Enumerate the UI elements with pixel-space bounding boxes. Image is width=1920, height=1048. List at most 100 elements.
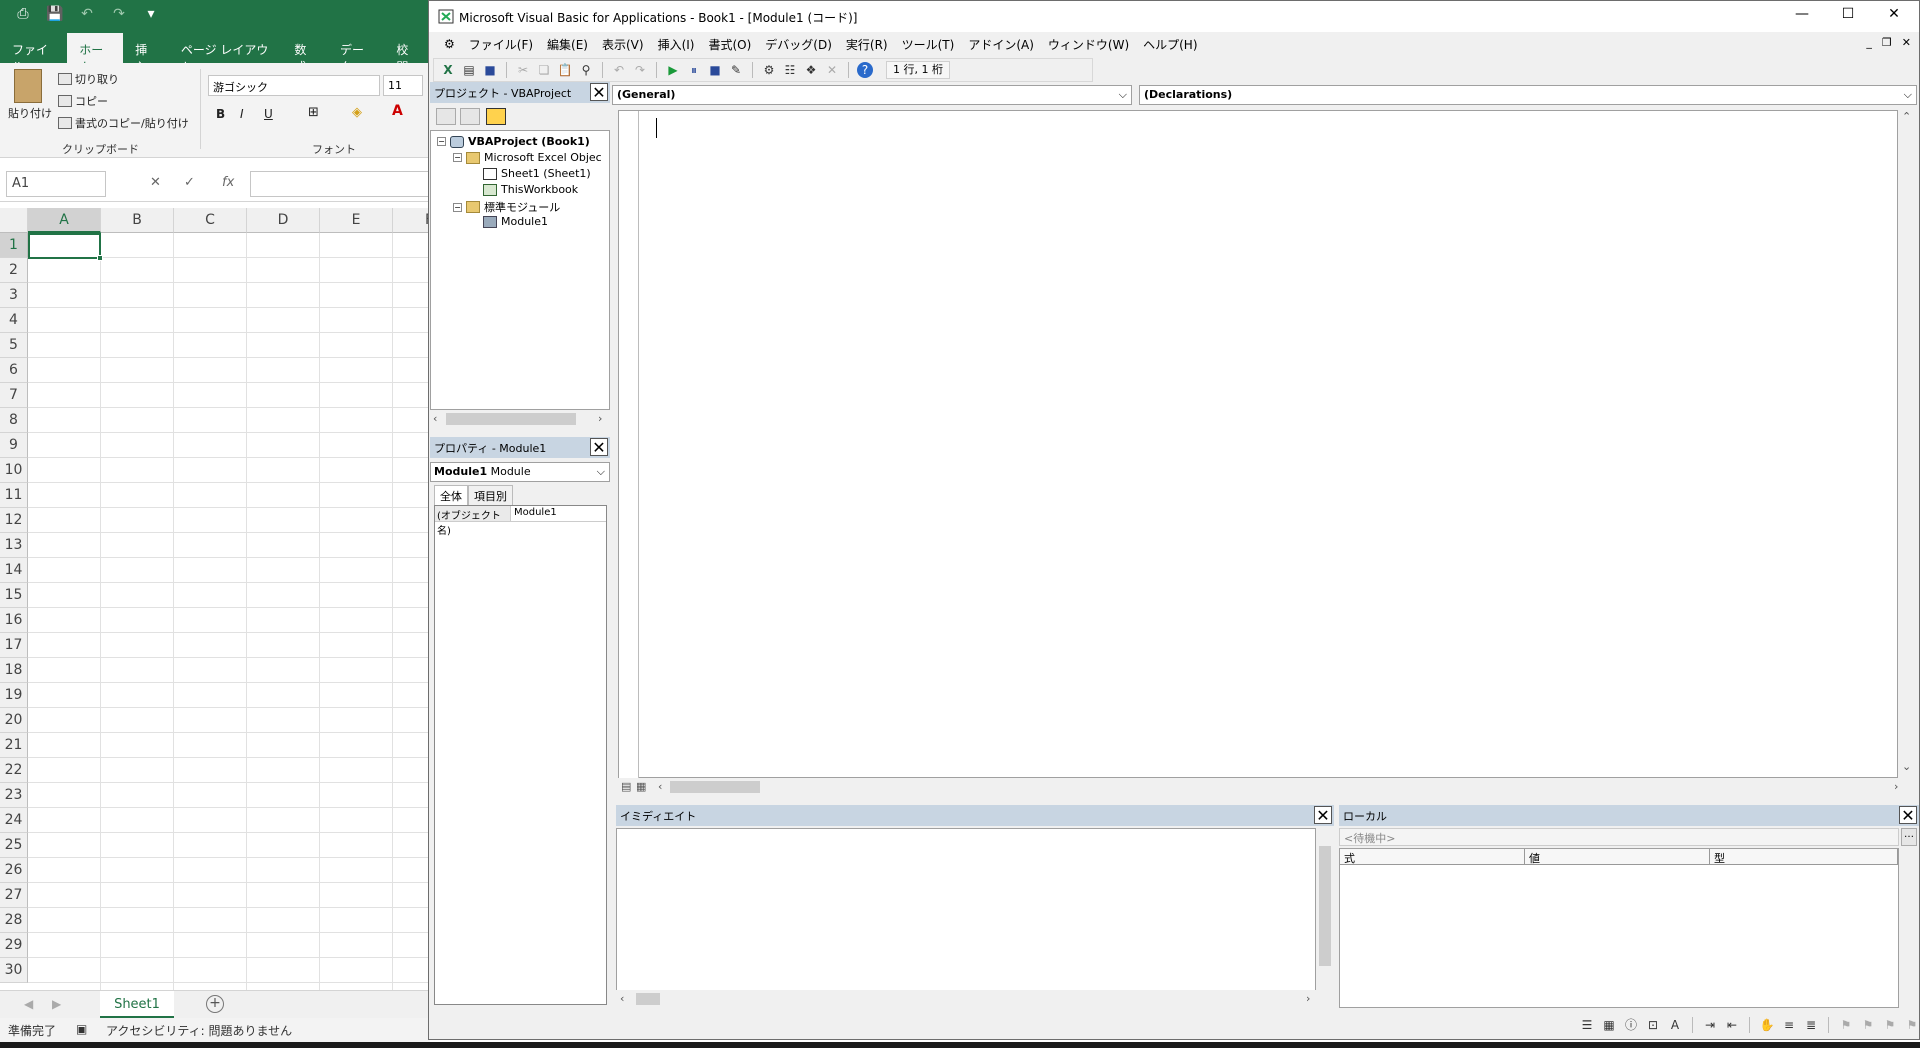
collapse-icon[interactable]: − xyxy=(453,202,462,212)
row-header[interactable]: 18 xyxy=(0,658,28,683)
scroll-up-icon[interactable]: ⌃ xyxy=(1902,110,1911,123)
tab-insert[interactable]: 挿入 xyxy=(123,33,169,74)
row-header[interactable]: 20 xyxy=(0,708,28,733)
row-header[interactable]: 12 xyxy=(0,508,28,533)
redo-icon[interactable]: ↷ xyxy=(632,62,648,78)
tab-data[interactable]: データ xyxy=(328,33,384,74)
close-button[interactable]: ✕ xyxy=(1871,6,1917,28)
parameter-info-icon[interactable]: ⊡ xyxy=(1645,1017,1661,1033)
font-name-combo[interactable]: 游ゴシック xyxy=(208,75,380,96)
tab-home[interactable]: ホーム xyxy=(67,33,124,74)
code-editor[interactable] xyxy=(618,110,1898,779)
tree-sheet1[interactable]: Sheet1 (Sheet1) xyxy=(483,167,591,180)
immediate-vscrollbar[interactable] xyxy=(1316,828,1334,990)
row-header[interactable]: 5 xyxy=(0,333,28,358)
tree-module1[interactable]: Module1 xyxy=(483,215,548,228)
row-header[interactable]: 22 xyxy=(0,758,28,783)
row-header[interactable]: 2 xyxy=(0,258,28,283)
fill-color-icon[interactable]: ◈ xyxy=(352,105,362,120)
row-header[interactable]: 21 xyxy=(0,733,28,758)
select-all-corner[interactable] xyxy=(0,208,28,233)
tree-std-modules[interactable]: − 標準モジュール xyxy=(453,199,560,215)
reset-icon[interactable]: ■ xyxy=(707,62,723,78)
project-hscrollbar[interactable]: ‹ › xyxy=(430,410,610,428)
toggle-folders-icon[interactable] xyxy=(486,108,506,125)
row-header[interactable]: 7 xyxy=(0,383,28,408)
uncomment-block-icon[interactable]: ≣ xyxy=(1803,1017,1819,1033)
locals-vscrollbar[interactable] xyxy=(1901,848,1919,1008)
undo-icon[interactable]: ↶ xyxy=(611,62,627,78)
scroll-right-icon[interactable]: › xyxy=(1306,992,1310,1005)
font-color-icon[interactable]: A xyxy=(392,103,403,119)
format-painter-button[interactable]: 書式のコピー/貼り付け xyxy=(58,115,189,131)
scroll-right-icon[interactable]: › xyxy=(1894,780,1898,793)
paste-icon[interactable]: 📋 xyxy=(557,62,573,78)
column-header[interactable]: A xyxy=(28,208,101,233)
accessibility-status[interactable]: アクセシビリティ: 問題ありません xyxy=(106,1022,292,1039)
selected-cell[interactable] xyxy=(28,233,101,259)
object-browser-icon[interactable]: ❖ xyxy=(803,62,819,78)
row-header[interactable]: 14 xyxy=(0,558,28,583)
column-header[interactable]: E xyxy=(320,208,393,233)
menu-window[interactable]: ウィンドウ(W) xyxy=(1041,36,1136,53)
property-value[interactable]: Module1 xyxy=(511,506,560,521)
italic-button[interactable]: I xyxy=(240,107,244,121)
chevron-down-icon[interactable]: ⌵ xyxy=(1904,88,1912,102)
menu-help[interactable]: ヘルプ(H) xyxy=(1136,36,1204,53)
paste-button[interactable]: 貼り付け xyxy=(8,105,52,121)
row-header[interactable]: 28 xyxy=(0,908,28,933)
close-immediate-icon[interactable]: ✕ xyxy=(1314,806,1332,825)
column-header[interactable]: B xyxy=(101,208,174,233)
redo-icon[interactable]: ↷ xyxy=(110,6,128,22)
comment-block-icon[interactable]: ≡ xyxy=(1781,1017,1797,1033)
row-header[interactable]: 6 xyxy=(0,358,28,383)
menu-view[interactable]: 表示(V) xyxy=(595,36,651,53)
sheet-tab-sheet1[interactable]: Sheet1 xyxy=(100,991,174,1019)
full-module-view-icon[interactable]: ▦ xyxy=(636,780,646,793)
close-locals-icon[interactable]: ✕ xyxy=(1899,806,1917,825)
scroll-left-icon[interactable]: ‹ xyxy=(658,780,662,793)
object-list-combo[interactable]: (General) ⌵ xyxy=(612,85,1132,105)
scroll-thumb[interactable] xyxy=(446,413,576,425)
tab-file[interactable]: ファイル xyxy=(0,33,67,74)
tree-vbaproject[interactable]: − VBAProject (Book1) xyxy=(437,135,590,148)
column-header[interactable]: D xyxy=(247,208,320,233)
menu-debug[interactable]: デバッグ(D) xyxy=(758,36,839,53)
outdent-icon[interactable]: ⇤ xyxy=(1724,1017,1740,1033)
toggle-breakpoint-icon[interactable]: ✋ xyxy=(1759,1017,1775,1033)
chevron-down-icon[interactable]: ⌵ xyxy=(1119,88,1127,102)
row-header[interactable]: 16 xyxy=(0,608,28,633)
clear-bookmarks-icon[interactable]: ⚑ xyxy=(1904,1017,1920,1033)
tab-all[interactable]: 全体 xyxy=(434,485,468,506)
row-header[interactable]: 27 xyxy=(0,883,28,908)
column-type[interactable]: 型 xyxy=(1710,849,1898,865)
column-header[interactable]: C xyxy=(174,208,247,233)
sheet-prev-icon[interactable]: ◀ xyxy=(24,997,33,1011)
code-margin[interactable] xyxy=(619,111,639,779)
column-header[interactable]: F xyxy=(393,208,430,233)
object-combo[interactable]: Module1 Module ⌵ xyxy=(430,462,610,482)
row-header[interactable]: 24 xyxy=(0,808,28,833)
row-header[interactable]: 26 xyxy=(0,858,28,883)
toolbox-icon[interactable]: ✕ xyxy=(824,62,840,78)
column-value[interactable]: 値 xyxy=(1525,849,1710,865)
row-header[interactable]: 3 xyxy=(0,283,28,308)
procedure-list-combo[interactable]: (Declarations) ⌵ xyxy=(1139,85,1917,105)
code-vscrollbar[interactable]: ⌃ ⌄ xyxy=(1898,110,1916,778)
list-properties-icon[interactable]: ☰ xyxy=(1579,1017,1595,1033)
project-explorer-icon[interactable]: ⚙ xyxy=(761,62,777,78)
scroll-left-icon[interactable]: ‹ xyxy=(620,992,624,1005)
enter-icon[interactable]: ✓ xyxy=(184,175,195,190)
formula-input[interactable] xyxy=(250,171,430,197)
code-hscrollbar[interactable]: ▤ ▦ ‹ › xyxy=(618,778,1916,796)
mdi-restore-icon[interactable]: ❐ xyxy=(1882,36,1892,49)
immediate-hscrollbar[interactable]: ‹ › xyxy=(616,990,1334,1008)
bold-button[interactable]: B xyxy=(216,107,225,121)
previous-bookmark-icon[interactable]: ⚑ xyxy=(1882,1017,1898,1033)
scroll-down-icon[interactable]: ⌄ xyxy=(1902,760,1911,773)
tree-excel-objects[interactable]: − Microsoft Excel Objec xyxy=(453,151,602,164)
complete-word-icon[interactable]: A xyxy=(1667,1017,1683,1033)
find-icon[interactable]: ⚲ xyxy=(578,62,594,78)
mdi-close-icon[interactable]: ✕ xyxy=(1902,36,1911,49)
row-header[interactable]: 17 xyxy=(0,633,28,658)
